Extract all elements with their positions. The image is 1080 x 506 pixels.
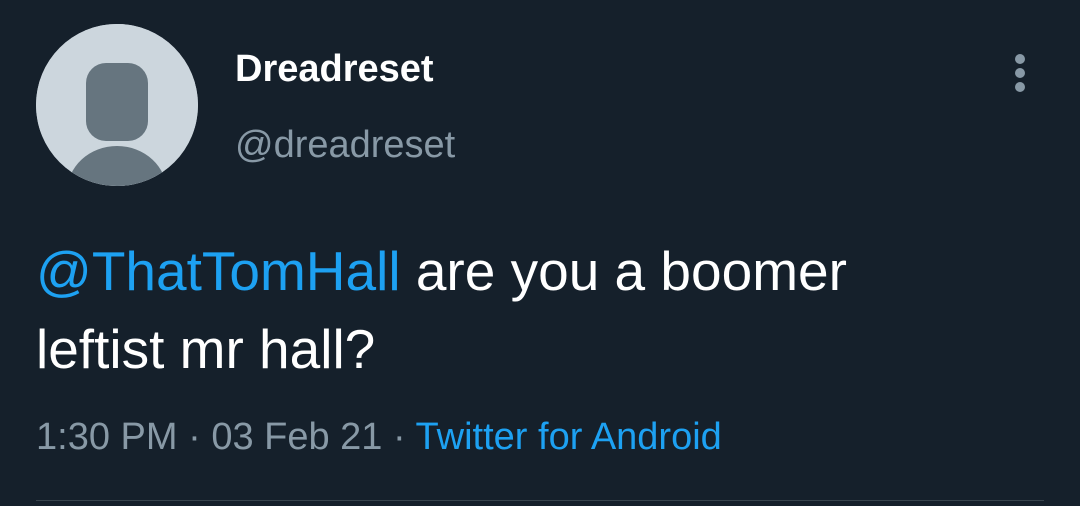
tweet-date: 03 Feb 21 [211, 416, 383, 458]
author-display-name[interactable]: Dreadreset [235, 46, 434, 92]
tweet-text-part: are you a boomer [400, 240, 847, 302]
meta-separator: · [382, 416, 416, 458]
divider [36, 500, 1044, 501]
tweet-text-part: leftist mr hall? [36, 318, 376, 380]
more-dot [1015, 68, 1025, 78]
tweet-time: 1:30 PM [36, 416, 178, 458]
default-profile-avatar-icon [36, 24, 198, 186]
meta-separator: · [177, 416, 212, 458]
tweet-detail: Dreadreset @dreadreset @ThatTomHall are … [0, 0, 1080, 506]
mention-link[interactable]: @ThatTomHall [36, 240, 401, 302]
more-dot [1015, 82, 1025, 92]
author-handle[interactable]: @dreadreset [235, 122, 455, 168]
avatar[interactable] [36, 24, 198, 186]
more-vertical-icon[interactable] [1000, 46, 1040, 96]
tweet-source-link[interactable]: Twitter for Android [416, 416, 722, 458]
tweet-text: @ThatTomHall are you a boomer leftist mr … [36, 232, 1046, 388]
tweet-meta: 1:30 PM · 03 Feb 21 · Twitter for Androi… [36, 412, 722, 462]
more-dot [1015, 54, 1025, 64]
